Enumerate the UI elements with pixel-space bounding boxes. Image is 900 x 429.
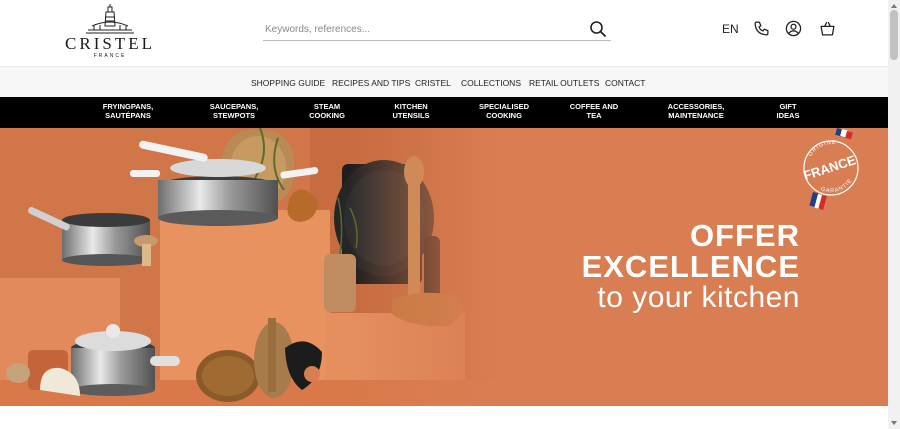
logo-subtext: FRANCE (93, 53, 127, 59)
category-label-line2: UTENSILS (392, 111, 430, 120)
nav-contact[interactable]: CONTACT (605, 78, 645, 88)
nav-retail-outlets[interactable]: RETAIL OUTLETS (529, 78, 599, 88)
svg-text:GARANTIE: GARANTIE (820, 178, 854, 195)
badge-origine-text: ORIGINE (808, 140, 836, 158)
language-selector[interactable]: EN (722, 22, 739, 36)
scrollbar-thumb[interactable] (890, 10, 898, 60)
category-label-line2: MAINTENANCE (668, 111, 724, 120)
category-label-line2: IDEAS (776, 111, 800, 120)
category-label-line2: TEA (586, 111, 602, 120)
category-label-line1: SAUCEPANS, (209, 102, 259, 111)
hero-line-to-your-kitchen: to your kitchen (597, 281, 800, 314)
france-flag-seal-icon: ORIGINE FRANCE GARANTIE (802, 128, 859, 210)
hero-banner[interactable]: OFFER EXCELLENCE to your kitchen ORIGINE… (0, 128, 888, 406)
basket-icon[interactable] (819, 20, 836, 37)
category-fryingpans[interactable]: FRYINGPANS, SAUTÉPANS (83, 102, 173, 120)
category-label-line1: FRYINGPANS, (102, 102, 154, 111)
hero-line-excellence: EXCELLENCE (581, 249, 800, 284)
category-navigation: FRYINGPANS, SAUTÉPANS SAUCEPANS, STEWPOT… (0, 97, 888, 128)
category-label-line1: GIFT (779, 102, 797, 111)
cristel-logo[interactable]: CRISTEL FRANCE (58, 4, 162, 59)
lighthouse-emblem-icon (86, 4, 134, 34)
nav-recipes-and-tips[interactable]: RECIPES AND TIPS (332, 78, 410, 88)
site-header: CRISTEL FRANCE EN (0, 0, 888, 65)
cookware-product-photo (0, 128, 500, 406)
category-steam-cooking[interactable]: STEAM COOKING (282, 102, 372, 120)
page-content-start (0, 406, 888, 429)
search-icon[interactable] (589, 20, 607, 38)
category-label-line1: SPECIALISED (478, 102, 529, 111)
category-coffee-and-tea[interactable]: COFFEE AND TEA (549, 102, 639, 120)
category-label-line2: STEWPOTS (212, 111, 256, 120)
logo-wordmark: CRISTEL (65, 34, 155, 53)
category-label-line1: KITCHEN (394, 102, 428, 111)
svg-text:ORIGINE: ORIGINE (808, 140, 837, 158)
category-label-line1: ACCESSORIES, (667, 102, 725, 111)
badge-garantie-text: GARANTIE (820, 178, 853, 195)
category-kitchen-utensils[interactable]: KITCHEN UTENSILS (366, 102, 456, 120)
hero-headline: OFFER EXCELLENCE to your kitchen (582, 220, 800, 314)
search-input[interactable] (265, 20, 575, 38)
category-saucepans[interactable]: SAUCEPANS, STEWPOTS (189, 102, 279, 120)
category-specialised-cooking[interactable]: SPECIALISED COOKING (459, 102, 549, 120)
category-label-line1: STEAM (313, 102, 341, 111)
search-bar (263, 18, 611, 41)
nav-cristel[interactable]: CRISTEL (415, 78, 451, 88)
nav-collections[interactable]: COLLECTIONS (461, 78, 521, 88)
hero-line-offer: OFFER (689, 218, 800, 253)
main-navigation: SHOPPING GUIDE RECIPES AND TIPS CRISTEL … (0, 66, 888, 98)
origine-france-garantie-badge: ORIGINE FRANCE GARANTIE (795, 128, 871, 210)
category-label-line1: COFFEE AND (569, 102, 619, 111)
category-label-line2: SAUTÉPANS (105, 111, 151, 120)
category-label-line2: COOKING (309, 111, 345, 120)
page-scrollbar[interactable] (888, 0, 900, 429)
category-accessories-maintenance[interactable]: ACCESSORIES, MAINTENANCE (651, 102, 741, 120)
category-gift-ideas[interactable]: GIFT IDEAS (743, 102, 833, 120)
category-label-line2: COOKING (486, 111, 522, 120)
account-icon[interactable] (785, 20, 802, 37)
scroll-down-arrow-icon[interactable] (888, 417, 900, 429)
nav-shopping-guide[interactable]: SHOPPING GUIDE (251, 78, 325, 88)
phone-icon[interactable] (753, 20, 770, 37)
